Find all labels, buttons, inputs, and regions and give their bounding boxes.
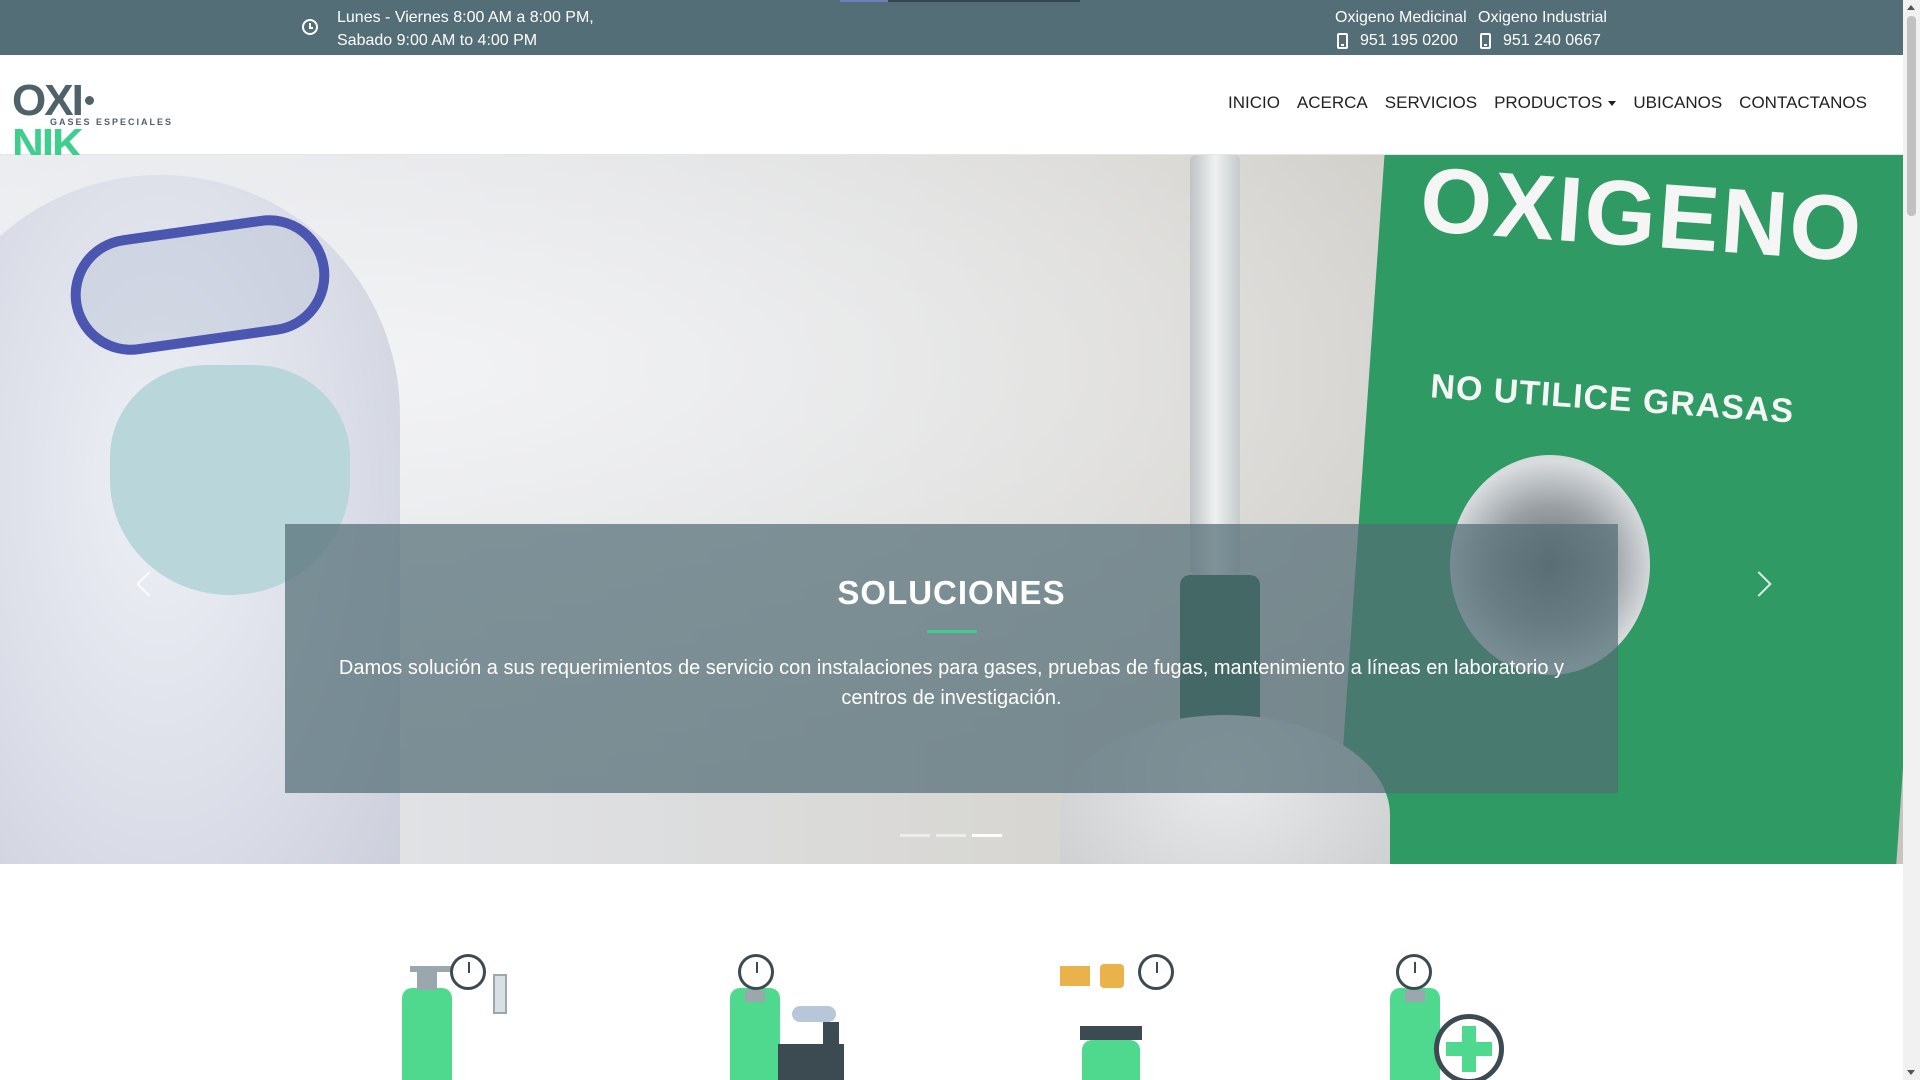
contact-medicinal-phone[interactable]: 951 195 0200: [1360, 29, 1458, 52]
main-navbar: OXINIK GASES ESPECIALES INICIO ACERCA SE…: [0, 55, 1903, 167]
mobile-phone-icon: [1480, 32, 1491, 49]
contact-industrial-label: Oxigeno Industrial: [1478, 9, 1607, 26]
carousel-indicator-active[interactable]: [972, 834, 1002, 837]
carousel-indicator[interactable]: [900, 834, 930, 837]
hours-weekdays: Lunes - Viernes 8:00 AM a 8:00 PM,: [337, 9, 594, 26]
contact-medicinal-label: Oxigeno Medicinal: [1335, 9, 1467, 26]
caption-title: SOLUCIONES: [837, 574, 1066, 611]
top-info-bar: Lunes - Viernes 8:00 AM a 8:00 PM, Sabad…: [0, 0, 1903, 55]
page-loading-bar: [840, 0, 1080, 2]
scrollbar-thumb[interactable]: [1907, 16, 1916, 216]
page-scrollbar[interactable]: [1903, 0, 1920, 1080]
nav-productos-dropdown[interactable]: PRODUCTOS: [1494, 93, 1617, 113]
nav-inicio-label: INICIO: [1227, 93, 1280, 112]
scroll-down-icon[interactable]: [1907, 1070, 1915, 1075]
medical-gas-icon[interactable]: [1388, 954, 1548, 1080]
logo-dot: [84, 95, 94, 105]
nav-ubicanos-label: UBICANOS: [1633, 93, 1723, 112]
scroll-up-icon[interactable]: [1907, 5, 1915, 10]
regulator-gas-icon[interactable]: [1058, 954, 1218, 1080]
nav-menu: INICIO ACERCA SERVICIOS PRODUCTOS UBICAN…: [1211, 93, 1867, 113]
contact-industrial: Oxigeno Industrial 951 240 0667: [1478, 6, 1607, 52]
contact-medicinal: Oxigeno Medicinal 951 195 0200: [1335, 6, 1467, 52]
page-loading-fill: [840, 0, 888, 2]
business-hours: Lunes - Viernes 8:00 AM a 8:00 PM, Sabad…: [302, 6, 594, 52]
carousel-indicators: [900, 834, 1008, 837]
nav-inicio[interactable]: INICIO: [1228, 93, 1280, 113]
caret-down-icon: [1608, 100, 1617, 106]
contact-industrial-phone[interactable]: 951 240 0667: [1503, 29, 1601, 52]
hours-saturday: Sabado 9:00 AM to 4:00 PM: [337, 32, 538, 49]
nav-acerca[interactable]: ACERCA: [1297, 93, 1368, 113]
industrial-gas-icon[interactable]: [730, 954, 890, 1080]
laboratory-gas-icon[interactable]: [400, 954, 560, 1080]
carousel-indicator[interactable]: [936, 834, 966, 837]
nav-ubicanos[interactable]: UBICANOS: [1633, 93, 1722, 113]
nav-contactanos[interactable]: CONTACTANOS: [1739, 93, 1867, 113]
clock-icon: [302, 19, 318, 35]
nav-servicios-label: SERVICIOS: [1384, 93, 1478, 112]
flowmeter-tube-image: [1190, 155, 1240, 575]
nav-productos-label: PRODUCTOS: [1494, 93, 1603, 112]
nav-acerca-label: ACERCA: [1296, 93, 1368, 112]
caption-text: Damos solución a sus requerimientos de s…: [338, 657, 1565, 709]
mobile-phone-icon: [1337, 32, 1348, 49]
nav-contactanos-label: CONTACTANOS: [1739, 93, 1867, 112]
hero-caption: SOLUCIONES Damos solución a sus requerim…: [285, 524, 1618, 793]
caption-divider: [926, 630, 977, 633]
logo-tagline: GASES ESPECIALES: [50, 117, 174, 127]
services-section: [0, 864, 1903, 1080]
nav-servicios[interactable]: SERVICIOS: [1385, 93, 1477, 113]
site-logo[interactable]: OXINIK GASES ESPECIALES: [12, 79, 171, 167]
